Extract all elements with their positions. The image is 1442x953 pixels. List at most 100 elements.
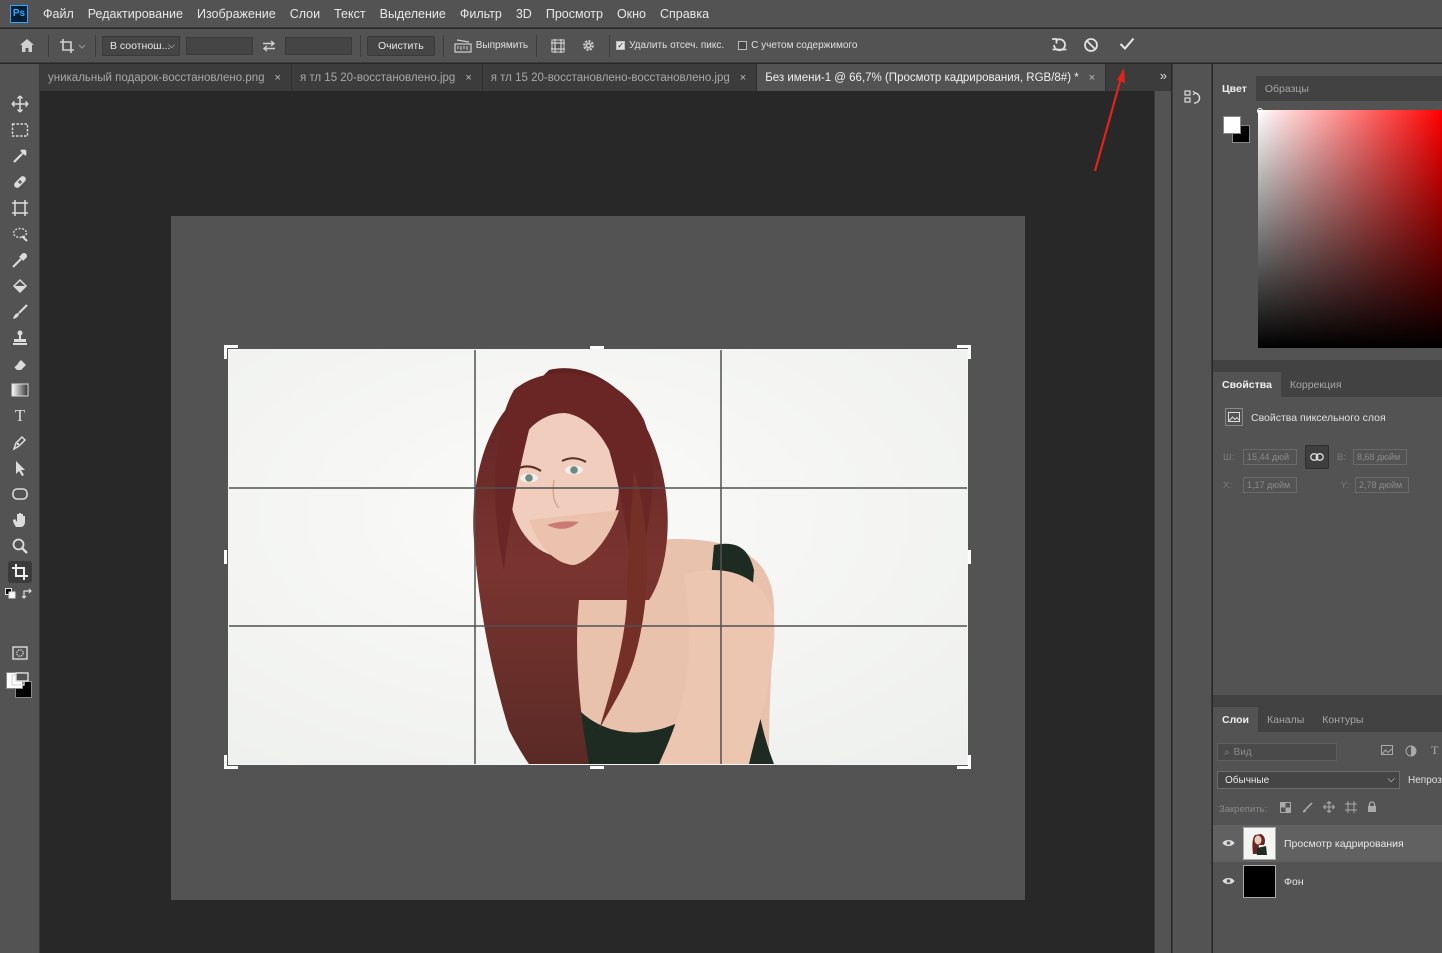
grid-overlay-icon[interactable] xyxy=(543,38,573,54)
tab-properties[interactable]: Свойства xyxy=(1213,372,1281,397)
straighten-icon[interactable] xyxy=(450,38,476,53)
menu-filter[interactable]: Фильтр xyxy=(453,7,509,21)
crop-height-input[interactable] xyxy=(285,36,352,55)
color-picker-cursor[interactable] xyxy=(1257,108,1263,114)
content-aware-checkbox[interactable] xyxy=(738,41,748,50)
menu-help[interactable]: Справка xyxy=(653,7,716,21)
crop-handle-bottom[interactable] xyxy=(590,766,604,769)
menu-type[interactable]: Текст xyxy=(327,7,372,21)
filter-pixel-icon[interactable] xyxy=(1381,745,1395,759)
history-panel-icon[interactable] xyxy=(1183,88,1203,110)
clear-button[interactable]: Очистить xyxy=(367,35,435,56)
pen-tool-icon[interactable] xyxy=(8,431,32,453)
y-field[interactable]: 2,78 дюйм xyxy=(1355,477,1409,493)
screen-mode-icon[interactable] xyxy=(8,668,32,690)
cancel-icon[interactable] xyxy=(1081,37,1101,53)
paint-bucket-tool-icon[interactable] xyxy=(8,275,32,297)
lock-pixels-icon[interactable] xyxy=(1302,802,1314,814)
lasso-tool-icon[interactable] xyxy=(8,223,32,245)
crop-handle-bottom-right-v[interactable] xyxy=(968,755,971,769)
height-field[interactable]: 8,68 дюйм xyxy=(1353,449,1407,465)
delete-cropped-checkbox[interactable]: ✓ xyxy=(616,41,626,50)
shape-tool-icon[interactable] xyxy=(8,483,32,505)
menu-select[interactable]: Выделение xyxy=(373,7,453,21)
x-field[interactable]: 1,17 дюйм xyxy=(1243,477,1297,493)
hand-tool-icon[interactable] xyxy=(8,509,32,531)
eye-icon[interactable] xyxy=(1213,838,1243,850)
crop-handle-top-right-v[interactable] xyxy=(968,345,971,359)
tab-swatches[interactable]: Образцы xyxy=(1256,76,1318,101)
color-picker-field[interactable] xyxy=(1258,110,1442,348)
menu-view[interactable]: Просмотр xyxy=(539,7,610,21)
layer-filter-select[interactable]: ⌕ Вид xyxy=(1217,743,1337,761)
crop-width-input[interactable] xyxy=(186,36,253,55)
crop-tool-preset-icon[interactable] xyxy=(55,38,89,54)
move-tool-icon[interactable] xyxy=(8,93,32,115)
lock-artboard-icon[interactable] xyxy=(1345,801,1358,814)
filter-adjustment-icon[interactable] xyxy=(1405,745,1419,759)
tab-document-active[interactable]: Без имени-1 @ 66,7% (Просмотр кадрирован… xyxy=(757,64,1107,91)
tab-document-1[interactable]: уникальный подарок-восстановлено.png × xyxy=(40,64,292,91)
menu-3d[interactable]: 3D xyxy=(509,7,539,21)
marquee-tool-icon[interactable] xyxy=(8,119,32,141)
home-icon[interactable] xyxy=(12,38,42,53)
tab-layers[interactable]: Слои xyxy=(1213,707,1258,732)
reset-icon[interactable] xyxy=(1049,37,1069,53)
frame-tool-icon[interactable] xyxy=(8,197,32,219)
crop-handle-left[interactable] xyxy=(224,550,227,564)
tab-document-2[interactable]: я тл 15 20-восстановлено.jpg × xyxy=(291,64,483,91)
crop-box[interactable] xyxy=(228,349,968,765)
layer-row-background[interactable]: Фон xyxy=(1213,863,1442,900)
close-icon[interactable]: × xyxy=(275,72,281,84)
vertical-scrollbar[interactable] xyxy=(1154,91,1171,953)
swap-icon[interactable] xyxy=(253,39,285,52)
brush-tool-icon[interactable] xyxy=(8,301,32,323)
crop-handle-top[interactable] xyxy=(590,346,604,349)
color-panel-foreground-swatch[interactable] xyxy=(1223,116,1241,134)
type-tool-icon[interactable]: T xyxy=(8,405,32,427)
lock-transparency-icon[interactable] xyxy=(1280,802,1292,814)
lock-position-icon[interactable] xyxy=(1323,801,1336,814)
eye-icon[interactable] xyxy=(1213,876,1243,888)
lock-all-icon[interactable] xyxy=(1367,801,1379,814)
tab-paths[interactable]: Контуры xyxy=(1313,707,1372,732)
blend-mode-select[interactable]: Обычные ⌵ xyxy=(1217,771,1400,789)
close-icon[interactable]: × xyxy=(740,72,746,84)
straighten-label[interactable]: Выпрямить xyxy=(476,40,528,51)
quick-mask-icon[interactable] xyxy=(8,642,32,664)
canvas-area[interactable] xyxy=(41,91,1154,953)
layer-row-crop-preview[interactable]: Просмотр кадрирования xyxy=(1213,825,1442,862)
tab-color[interactable]: Цвет xyxy=(1213,76,1256,101)
crop-handle-top-left-v[interactable] xyxy=(224,345,227,359)
healing-brush-tool-icon[interactable] xyxy=(8,171,32,193)
menu-image[interactable]: Изображение xyxy=(190,7,283,21)
menu-file[interactable]: Файл xyxy=(36,7,81,21)
crop-tool-icon[interactable] xyxy=(8,561,32,583)
menu-edit[interactable]: Редактирование xyxy=(81,7,190,21)
ratio-select[interactable]: В соотнош... ⌵ xyxy=(102,35,180,56)
stamp-tool-icon[interactable] xyxy=(8,327,32,349)
eyedropper-quick-tool-icon[interactable] xyxy=(8,145,32,167)
tab-document-3[interactable]: я тл 15 20-восстановлено-восстановлено.j… xyxy=(482,64,758,91)
gradient-tool-icon[interactable] xyxy=(8,379,32,401)
swap-colors-icon[interactable] xyxy=(20,586,34,600)
link-icon[interactable] xyxy=(1305,445,1329,469)
tabs-overflow-icon[interactable]: » xyxy=(1160,68,1167,83)
width-field[interactable]: 15,44 дюй xyxy=(1243,449,1297,465)
filter-type-icon[interactable]: T xyxy=(1431,743,1438,758)
blend-mode-value: Обычные xyxy=(1225,774,1270,786)
path-selection-tool-icon[interactable] xyxy=(8,457,32,479)
tab-adjustments[interactable]: Коррекция xyxy=(1281,372,1351,397)
eyedropper-tool-icon[interactable] xyxy=(8,249,32,271)
crop-handle-right[interactable] xyxy=(968,550,971,564)
eraser-tool-icon[interactable] xyxy=(8,353,32,375)
tab-channels[interactable]: Каналы xyxy=(1258,707,1313,732)
zoom-tool-icon[interactable] xyxy=(8,535,32,557)
commit-check-icon[interactable] xyxy=(1117,37,1137,51)
menu-layers[interactable]: Слои xyxy=(283,7,327,21)
default-colors-icon[interactable] xyxy=(3,586,17,600)
crop-handle-bottom-left-v[interactable] xyxy=(224,755,227,769)
gear-icon[interactable] xyxy=(573,38,603,53)
close-icon[interactable]: × xyxy=(465,72,471,84)
menu-window[interactable]: Окно xyxy=(610,7,653,21)
